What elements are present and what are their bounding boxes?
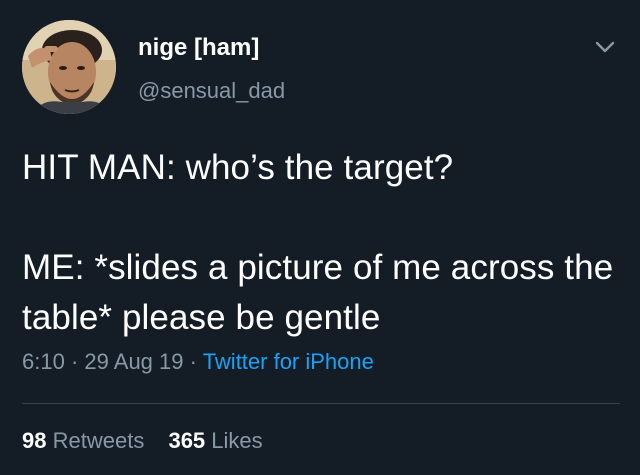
avatar[interactable] <box>22 20 116 114</box>
display-name[interactable]: nige [ham] <box>138 34 259 62</box>
user-handle[interactable]: @sensual_dad <box>138 78 285 104</box>
tweet-source[interactable]: Twitter for iPhone <box>203 349 374 374</box>
retweets-count: 98 <box>22 428 47 453</box>
chevron-down-icon[interactable] <box>592 34 618 60</box>
likes-label: Likes <box>211 428 263 453</box>
tweet-text: HIT MAN: who’s the target? ME: *slides a… <box>22 148 614 337</box>
tweet-header: nige [ham] @sensual_dad <box>22 20 620 114</box>
tweet-time[interactable]: 6:10 <box>22 349 65 374</box>
likes-stat[interactable]: 365 Likes <box>168 428 262 453</box>
tweet-date[interactable]: 29 Aug 19 <box>84 349 183 374</box>
meta-separator: · <box>189 349 197 374</box>
retweets-stat[interactable]: 98 Retweets <box>22 428 150 453</box>
divider <box>22 403 620 404</box>
tweet: nige [ham] @sensual_dad HIT MAN: who’s t… <box>0 0 640 475</box>
meta-separator: · <box>70 349 79 374</box>
profile-photo-icon <box>22 20 116 114</box>
retweets-label: Retweets <box>52 428 145 453</box>
tweet-meta: 6:10 · 29 Aug 19 · Twitter for iPhone <box>22 349 374 375</box>
likes-count: 365 <box>168 428 206 453</box>
tweet-stats: 98 Retweets 365 Likes <box>22 428 281 454</box>
